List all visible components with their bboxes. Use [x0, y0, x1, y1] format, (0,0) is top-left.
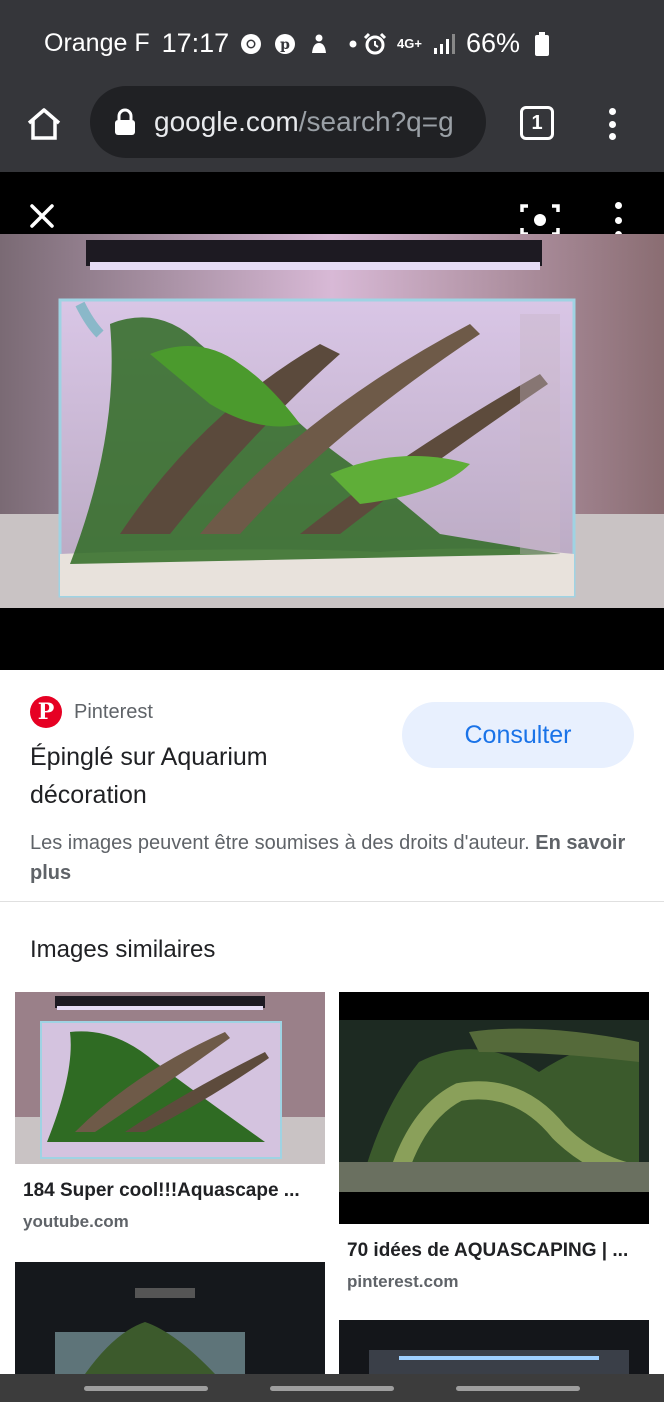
similar-image-thumbnail[interactable] [339, 1320, 649, 1374]
pinterest-logo-icon: P [30, 696, 62, 728]
notification-icon [307, 32, 331, 56]
copyright-notice: Les images peuvent être soumises à des d… [30, 832, 626, 884]
close-icon[interactable] [20, 194, 64, 238]
similar-image-card[interactable]: 184 Super cool!!!Aquascape ... youtube.c… [15, 992, 325, 1232]
source-row[interactable]: P Pinterest [30, 696, 153, 728]
browser-toolbar: google.com/search?q=g 1 [0, 86, 664, 172]
signal-icon [432, 32, 456, 56]
similar-image-title: 70 idées de AQUASCAPING | ... [347, 1240, 629, 1261]
main-image[interactable] [0, 234, 664, 608]
result-info-card: P Pinterest Épinglé sur Aquarium décorat… [0, 670, 664, 902]
status-bar: Orange F 17:17 p 4G+ 66% [0, 0, 664, 86]
similar-image-thumbnail[interactable] [15, 992, 325, 1164]
chrome-icon [239, 32, 263, 56]
carrier-label: Orange F [44, 29, 150, 57]
image-viewer [0, 172, 664, 670]
source-name: Pinterest [74, 700, 153, 723]
battery-icon [530, 31, 554, 56]
alarm-icon [363, 32, 387, 56]
similar-image-card[interactable]: 70 idées de AQUASCAPING | ... pinterest.… [339, 992, 649, 1292]
system-nav-bar [0, 1374, 664, 1402]
similar-images-heading: Images similaires [30, 936, 216, 963]
tab-switcher-button[interactable]: 1 [520, 106, 554, 140]
pinterest-icon: p [273, 32, 297, 56]
similar-image-site: youtube.com [23, 1212, 129, 1231]
nav-home-handle[interactable] [270, 1386, 394, 1391]
browser-menu-icon[interactable] [600, 104, 624, 144]
lock-icon [115, 108, 135, 135]
svg-text:p: p [280, 37, 290, 53]
nav-recent-handle[interactable] [84, 1386, 208, 1391]
similar-image-title: 184 Super cool!!!Aquascape ... [23, 1180, 300, 1201]
similar-image-site: pinterest.com [347, 1272, 459, 1291]
visit-button[interactable]: Consulter [402, 702, 634, 768]
battery-percent: 66% [465, 28, 520, 58]
result-title[interactable]: Épinglé sur Aquarium décoration [30, 738, 370, 814]
clock: 17:17 [161, 28, 230, 58]
network-type: 4G+ [397, 35, 422, 51]
similar-image-thumbnail[interactable] [15, 1262, 325, 1374]
similar-image-card[interactable] [15, 1262, 325, 1374]
similar-image-thumbnail[interactable] [339, 992, 649, 1224]
home-icon[interactable] [24, 104, 64, 144]
address-bar[interactable]: google.com/search?q=g [90, 86, 486, 158]
similar-image-card[interactable] [339, 1320, 649, 1374]
nav-back-handle[interactable] [456, 1386, 580, 1391]
url-text: google.com/search?q=g [154, 106, 454, 137]
dot-icon [341, 32, 365, 56]
